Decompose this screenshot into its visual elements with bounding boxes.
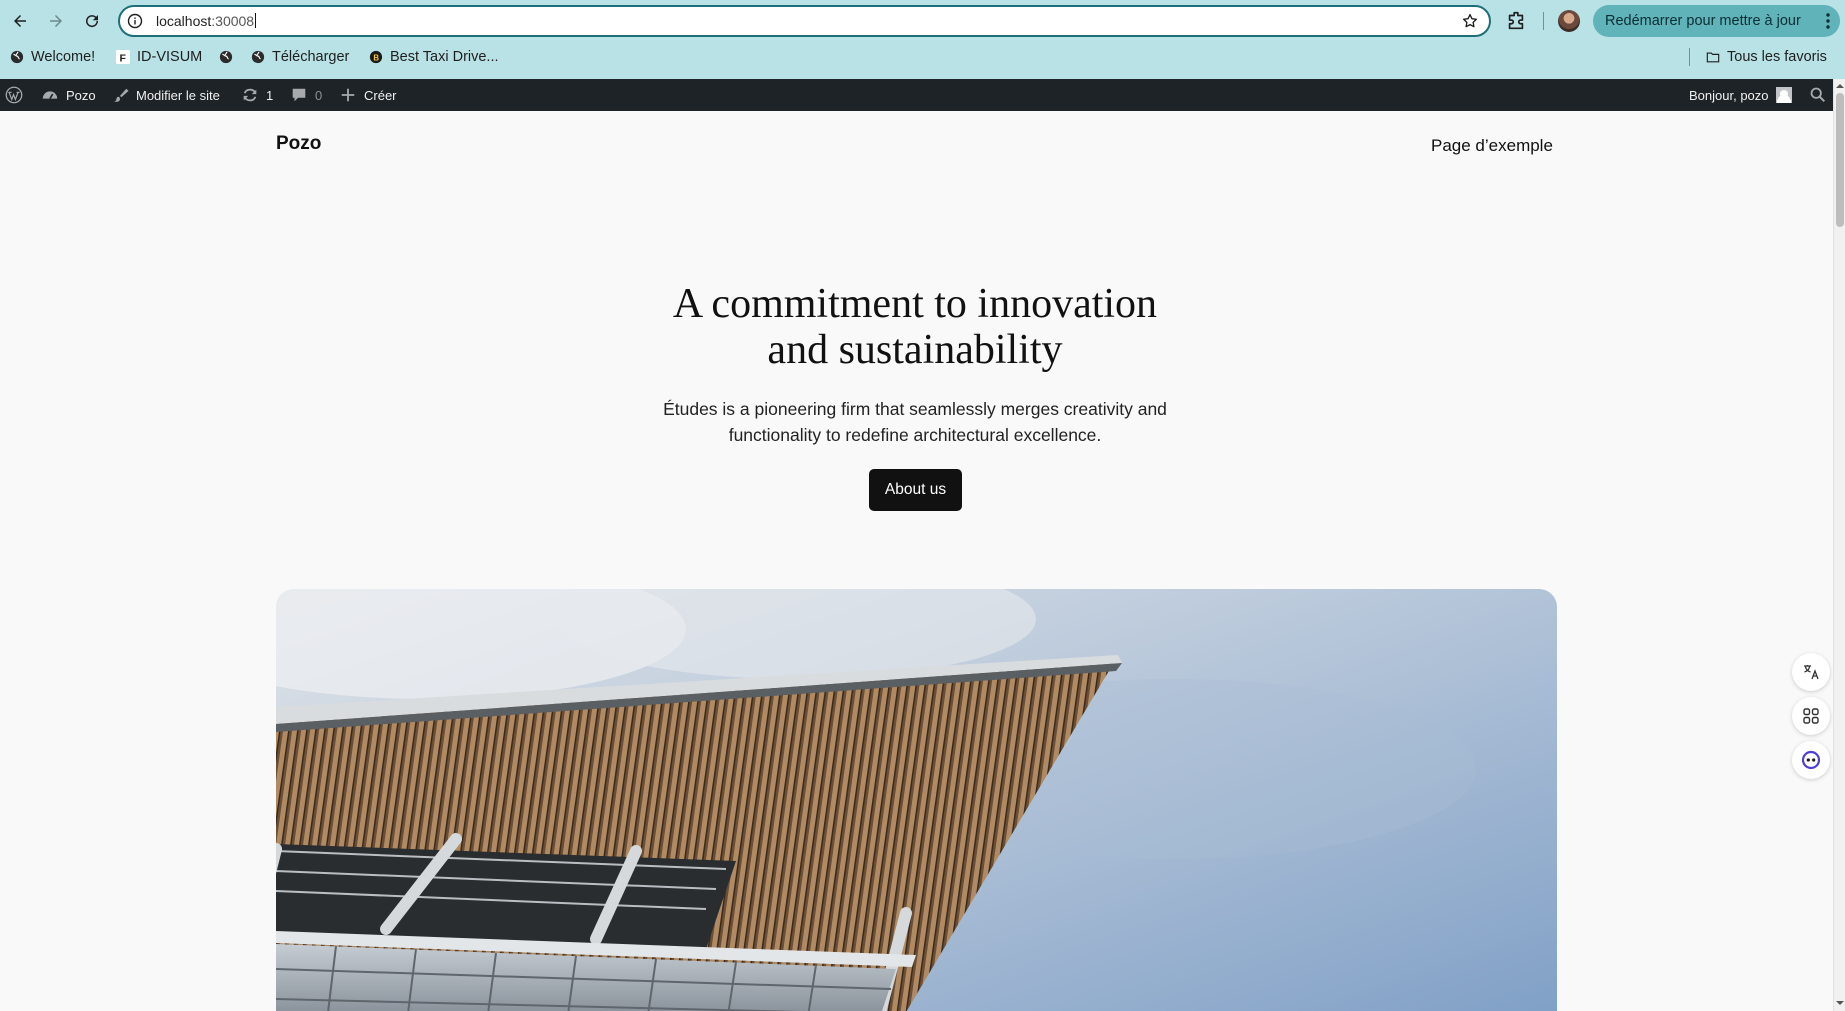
page-scrollbar[interactable] — [1833, 79, 1845, 1011]
edit-site-link[interactable]: Modifier le site — [111, 79, 220, 111]
greeting-label: Bonjour, pozo — [1689, 87, 1769, 103]
all-bookmarks-label: Tous les favoris — [1727, 49, 1827, 65]
assistant-bot-icon — [1801, 750, 1821, 770]
globe-icon — [10, 50, 24, 64]
url-port: :30008 — [211, 13, 255, 29]
bookmark-globe[interactable] — [219, 47, 240, 67]
apps-widget[interactable] — [1792, 697, 1830, 735]
profile-avatar[interactable] — [1558, 10, 1580, 32]
back-button[interactable] — [7, 8, 33, 34]
translate-icon — [1804, 665, 1819, 680]
updates-count: 1 — [266, 87, 274, 103]
scroll-down-icon[interactable] — [1836, 999, 1844, 1007]
toolbar-separator — [1543, 12, 1544, 30]
my-account-menu[interactable]: Bonjour, pozo — [1689, 79, 1792, 111]
dashboard-gauge-icon — [42, 91, 58, 100]
wp-logo-menu[interactable] — [5, 79, 30, 111]
svg-text:B: B — [373, 54, 379, 63]
user-avatar — [1775, 87, 1792, 103]
reload-icon — [86, 15, 99, 28]
text-caret — [255, 13, 257, 28]
bookmark-label: Télécharger — [272, 49, 350, 65]
plus-icon — [341, 88, 355, 102]
bookmark-best-taxi[interactable]: B Best Taxi Drive... — [369, 47, 499, 67]
comments-link[interactable]: 0 — [290, 79, 322, 111]
address-bar[interactable]: localhost:30008 — [118, 5, 1491, 37]
brush-icon — [113, 88, 129, 102]
globe-icon — [219, 50, 233, 64]
folder-icon — [1706, 50, 1720, 64]
arrow-left-icon — [14, 15, 26, 27]
site-name-label: Pozo — [66, 87, 96, 103]
hero-text-line2: functionality to redefine architectural … — [728, 425, 1102, 445]
comments-count: 0 — [315, 87, 323, 103]
hero-title: A commitment to innovation and sustainab… — [540, 281, 1290, 373]
hero-text-line1: Études is a pioneering firm that seamles… — [663, 399, 1167, 419]
globe-icon — [251, 50, 265, 64]
bookmark-welcome[interactable]: Welcome! — [10, 47, 95, 67]
site-info-icon[interactable] — [127, 13, 143, 29]
new-content-menu[interactable]: Créer — [339, 79, 397, 111]
new-content-label: Créer — [364, 87, 397, 103]
bookmark-label: ID-VISUM — [137, 49, 203, 65]
edit-site-label: Modifier le site — [136, 87, 220, 103]
site-name-menu[interactable]: Pozo — [41, 79, 96, 111]
more-vert-icon — [1826, 13, 1830, 29]
f-favicon-icon: F — [116, 50, 130, 64]
url-host: localhost — [156, 13, 212, 29]
reload-button[interactable] — [79, 8, 105, 34]
scroll-up-icon[interactable] — [1836, 82, 1844, 90]
assistant-widget[interactable] — [1792, 741, 1830, 779]
all-bookmarks-folder[interactable]: Tous les favoris — [1706, 47, 1827, 67]
about-us-button[interactable]: About us — [869, 469, 962, 511]
hero-title-line1: A commitment to innovation — [672, 281, 1158, 327]
restart-update-button[interactable]: Redémarrer pour mettre à jour — [1593, 5, 1840, 37]
comment-bubble-icon — [292, 88, 306, 102]
page-content: Pozo Page d’exemple A commitment to inno… — [0, 111, 1833, 1011]
translate-widget[interactable] — [1792, 653, 1830, 691]
browser-chrome: localhost:30008 Redémarrer pour mettre à… — [0, 0, 1845, 79]
browser-toolbar: localhost:30008 Redémarrer pour mettre à… — [0, 0, 1845, 42]
updates-sync-icon — [243, 88, 257, 102]
bookmark-star-icon[interactable] — [1461, 12, 1479, 30]
bookmarks-separator — [1689, 48, 1690, 66]
search-icon — [1810, 87, 1826, 103]
bookmark-id-visum[interactable]: F ID-VISUM — [116, 47, 202, 67]
admin-search-button[interactable] — [1809, 79, 1827, 111]
arrow-right-icon — [50, 15, 62, 27]
scroll-thumb[interactable] — [1836, 93, 1844, 227]
bookmark-label: Best Taxi Drive... — [390, 49, 499, 65]
svg-text:F: F — [120, 52, 127, 64]
b-favicon-icon: B — [369, 50, 383, 64]
hero-description: Études is a pioneering firm that seamles… — [615, 396, 1215, 448]
extensions-puzzle-icon[interactable] — [1505, 10, 1527, 32]
wordpress-logo-icon — [5, 86, 23, 104]
nav-link-sample-page[interactable]: Page d’exemple — [1431, 136, 1553, 156]
bookmark-telecharger[interactable]: Télécharger — [251, 47, 349, 67]
url-text[interactable]: localhost:30008 — [156, 13, 257, 29]
bookmarks-bar: Welcome! F ID-VISUM Télécharger B Best T… — [0, 44, 1845, 70]
wp-admin-bar: Pozo Modifier le site 1 0 Créer Bonjour,… — [0, 79, 1845, 111]
hero-building-image — [276, 589, 1557, 1011]
updates-link[interactable]: 1 — [241, 79, 273, 111]
hero-title-line2: and sustainability — [767, 327, 1063, 373]
site-title[interactable]: Pozo — [276, 133, 321, 155]
forward-button[interactable] — [43, 8, 69, 34]
apps-grid-icon — [1803, 708, 1819, 724]
restart-update-label: Redémarrer pour mettre à jour — [1605, 13, 1801, 29]
bookmark-label: Welcome! — [31, 49, 96, 65]
